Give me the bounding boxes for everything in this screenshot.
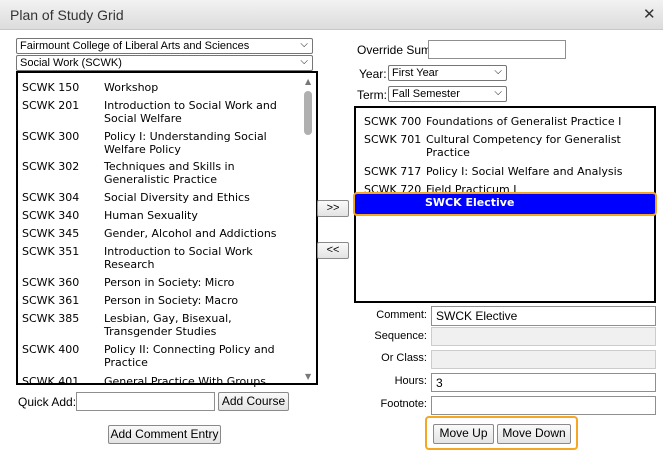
year-value: First Year xyxy=(392,67,439,79)
scroll-down-icon[interactable]: ▼ xyxy=(305,372,311,381)
scrollbar[interactable]: ▲ ▼ xyxy=(303,75,314,381)
course-name: Introduction to Social Work Research xyxy=(104,245,253,271)
course-name: Policy I: Understanding Social Welfare P… xyxy=(104,130,267,156)
course-code: SCWK 400 xyxy=(22,343,80,356)
window-title: Plan of Study Grid xyxy=(10,7,124,23)
course-code: SCWK 401 xyxy=(22,375,80,388)
or-class-label: Or Class: xyxy=(381,352,427,364)
plan-course-name: Cultural Competency for Generalist Pract… xyxy=(426,133,621,159)
term-select[interactable]: Fall Semester ⌵ xyxy=(388,86,507,102)
college-value: Fairmount College of Liberal Arts and Sc… xyxy=(20,40,250,52)
course-name: Policy II: Connecting Policy and Practic… xyxy=(104,343,275,369)
course-code: SCWK 385 xyxy=(22,312,80,325)
course-name: Person in Society: Macro xyxy=(104,294,239,307)
override-sum-input[interactable] xyxy=(428,40,566,59)
plan-list[interactable]: SCWK 700 Foundations of Generalist Practi… xyxy=(353,106,657,303)
course-code: SCWK 351 xyxy=(22,245,80,258)
course-code: SCWK 201 xyxy=(22,99,80,112)
move-up-button[interactable]: Move Up xyxy=(433,424,494,444)
year-select[interactable]: First Year ⌵ xyxy=(388,65,507,81)
plan-course-name: Policy I: Social Welfare and Analysis xyxy=(426,165,623,178)
chevron-down-icon: ⌵ xyxy=(494,66,502,77)
plan-list-item[interactable]: SWCK Elective xyxy=(353,192,657,216)
hours-input[interactable] xyxy=(431,373,656,392)
course-code: SCWK 361 xyxy=(22,294,80,307)
plan-course-code: SCWK 717 xyxy=(364,165,422,178)
course-list[interactable]: ▲ ▼ SCWK 150 Workshop SCWK 201 Introduction… xyxy=(16,71,318,388)
college-select[interactable]: Fairmount College of Liberal Arts and Sc… xyxy=(16,38,313,54)
comment-label: Comment: xyxy=(376,309,427,321)
quick-add-label: Quick Add: xyxy=(18,395,77,409)
year-label: Year: xyxy=(359,67,387,81)
course-name: General Practice With Groups xyxy=(104,375,266,388)
hours-label: Hours: xyxy=(394,375,427,387)
course-name: Workshop xyxy=(104,81,159,94)
add-to-plan-button[interactable]: >> xyxy=(317,200,349,217)
course-code: SCWK 345 xyxy=(22,227,80,240)
sequence-label: Sequence: xyxy=(374,330,427,342)
footnote-label: Footnote: xyxy=(380,398,427,410)
add-comment-entry-button[interactable]: Add Comment Entry xyxy=(108,425,221,444)
move-down-button[interactable]: Move Down xyxy=(497,424,571,444)
department-value: Social Work (SCWK) xyxy=(20,57,122,69)
plan-course-code: SCWK 700 xyxy=(364,115,422,128)
scroll-up-icon[interactable]: ▲ xyxy=(305,77,311,86)
plan-course-name: Foundations of Generalist Practice I xyxy=(426,115,622,128)
plan-course-name: SWCK Elective xyxy=(425,196,515,209)
or-class-input[interactable] xyxy=(431,350,656,369)
course-code: SCWK 340 xyxy=(22,209,80,222)
course-name: Human Sexuality xyxy=(104,209,198,222)
remove-from-plan-button[interactable]: << xyxy=(317,242,349,259)
scroll-thumb[interactable] xyxy=(304,91,312,135)
term-value: Fall Semester xyxy=(392,88,460,100)
chevron-down-icon: ⌵ xyxy=(494,87,502,98)
course-name: Introduction to Social Work and Social W… xyxy=(104,99,277,125)
course-name: Techniques and Skills in Generalistic Pr… xyxy=(104,160,235,186)
add-course-button[interactable]: Add Course xyxy=(218,392,289,411)
department-select[interactable]: Social Work (SCWK) ⌵ xyxy=(16,55,313,71)
footnote-input[interactable] xyxy=(431,396,656,415)
close-icon[interactable]: ✕ xyxy=(643,5,656,23)
course-name: Person in Society: Micro xyxy=(104,276,235,289)
course-code: SCWK 300 xyxy=(22,130,80,143)
sequence-input[interactable] xyxy=(431,327,656,346)
override-sum-label: Override Sum xyxy=(357,43,432,57)
term-label: Term: xyxy=(357,88,387,102)
quick-add-input[interactable] xyxy=(76,392,215,411)
chevron-down-icon: ⌵ xyxy=(300,39,308,50)
course-name: Lesbian, Gay, Bisexual, Transgender Stud… xyxy=(104,312,232,338)
plan-course-code: SCWK 701 xyxy=(364,133,422,146)
course-code: SCWK 304 xyxy=(22,191,80,204)
course-code: SCWK 360 xyxy=(22,276,80,289)
chevron-down-icon: ⌵ xyxy=(300,56,308,67)
course-name: Social Diversity and Ethics xyxy=(104,191,250,204)
comment-input[interactable] xyxy=(431,306,656,326)
course-name: Gender, Alcohol and Addictions xyxy=(104,227,277,240)
course-code: SCWK 150 xyxy=(22,81,80,94)
course-code: SCWK 302 xyxy=(22,160,80,173)
